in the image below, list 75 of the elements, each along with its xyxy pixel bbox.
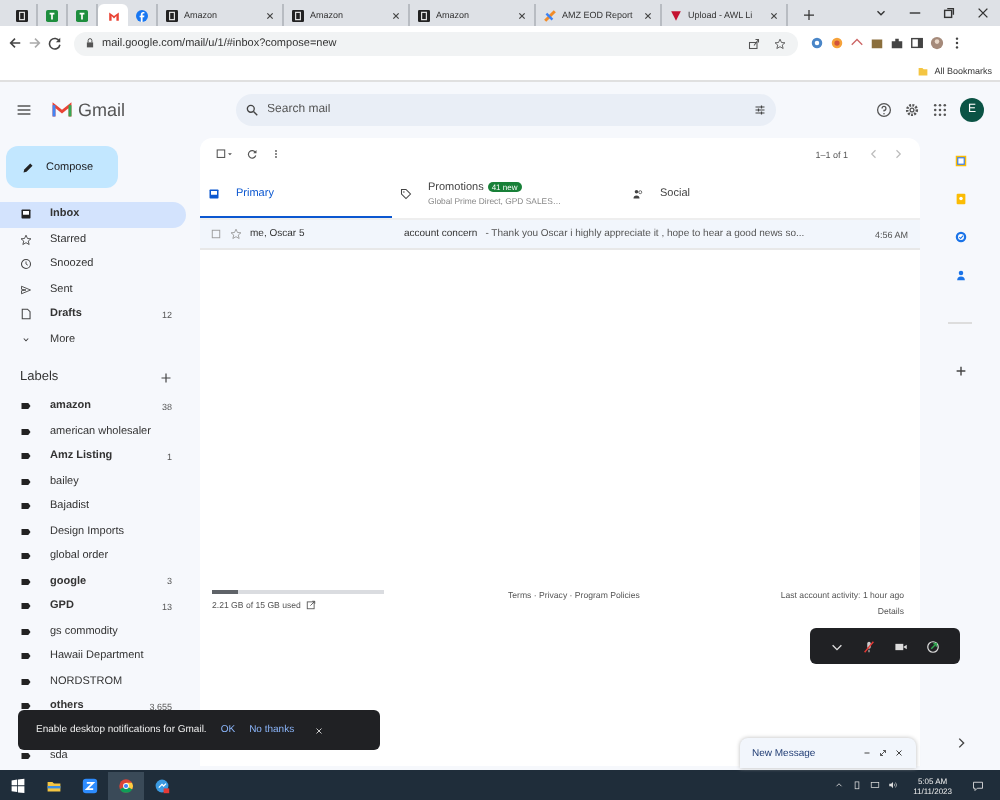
inbox-icon	[20, 208, 32, 221]
puzzle-icon[interactable]	[890, 36, 904, 50]
star-icon[interactable]	[230, 228, 242, 240]
favicon-icon	[166, 9, 178, 21]
close-icon[interactable]	[770, 11, 778, 19]
favicon-icon	[76, 9, 88, 21]
contacts-icon[interactable]	[953, 268, 967, 282]
kebab-menu-icon[interactable]	[950, 36, 964, 50]
battery-icon[interactable]	[851, 780, 862, 790]
share-icon[interactable]	[748, 37, 760, 49]
favicon-icon	[16, 9, 28, 21]
volume-icon[interactable]	[887, 780, 898, 790]
favicon-icon	[292, 9, 304, 21]
lock-icon	[86, 38, 94, 48]
tasks-icon[interactable]	[953, 230, 967, 244]
gmail-logo-text: Gmail	[78, 100, 126, 120]
side-panel-icon[interactable]	[910, 36, 924, 50]
expand-icon[interactable]	[878, 748, 888, 758]
search-icon	[245, 104, 258, 116]
star-icon	[20, 233, 32, 246]
inbox-icon	[208, 187, 220, 199]
share-screen-icon[interactable]	[925, 639, 940, 653]
folder-icon	[918, 65, 929, 75]
minimize-icon[interactable]	[908, 6, 922, 20]
network-icon[interactable]	[869, 780, 880, 790]
chrome-icon[interactable]	[108, 771, 144, 799]
close-icon[interactable]	[976, 6, 990, 20]
notification-icon[interactable]	[972, 779, 984, 791]
star-icon[interactable]	[774, 37, 786, 49]
apps-grid-icon[interactable]	[932, 102, 948, 118]
reload-icon[interactable]	[48, 36, 62, 50]
messenger-icon[interactable]	[154, 777, 170, 793]
favicon-icon	[670, 9, 682, 21]
help-icon[interactable]	[876, 102, 892, 118]
chevron-up-icon[interactable]	[833, 780, 844, 790]
more-icon	[20, 333, 32, 346]
file-explorer-icon[interactable]	[46, 777, 62, 793]
chevron-down-icon[interactable]	[830, 639, 845, 653]
close-icon[interactable]	[518, 11, 526, 19]
select-checkbox[interactable]	[216, 148, 234, 160]
muted-microphone-icon[interactable]	[862, 639, 877, 653]
profile-avatar-icon[interactable]	[930, 36, 944, 50]
close-icon[interactable]	[644, 11, 652, 19]
people-icon	[632, 187, 644, 199]
refresh-icon[interactable]	[246, 148, 258, 160]
settings-icon[interactable]	[904, 102, 920, 118]
restore-icon[interactable]	[942, 6, 956, 20]
add-icon[interactable]	[953, 364, 967, 378]
close-icon[interactable]	[894, 748, 904, 758]
close-icon[interactable]	[392, 11, 400, 19]
windows-start-icon[interactable]	[10, 777, 26, 793]
send-icon	[20, 283, 32, 296]
draft-icon	[20, 308, 32, 321]
filter-icon[interactable]	[753, 104, 766, 116]
favicon-icon	[544, 9, 556, 21]
expand-icon[interactable]	[953, 736, 967, 750]
favicon-icon	[418, 9, 430, 21]
favicon-icon	[107, 9, 119, 21]
add-icon[interactable]	[160, 371, 172, 383]
new-tab-icon[interactable]	[804, 10, 814, 20]
tag-icon	[400, 187, 412, 199]
camera-icon[interactable]	[893, 639, 908, 653]
close-icon[interactable]	[266, 11, 274, 19]
back-icon[interactable]	[8, 36, 22, 50]
gmail-logo-icon	[52, 102, 72, 118]
menu-icon[interactable]	[16, 102, 32, 118]
external-link-icon[interactable]	[306, 600, 317, 610]
checkbox[interactable]	[210, 228, 222, 240]
zoom-app-icon[interactable]	[82, 777, 98, 793]
clock-icon	[20, 258, 32, 271]
favicon-icon	[136, 9, 148, 21]
calendar-icon[interactable]	[953, 154, 967, 168]
pencil-icon	[22, 161, 34, 173]
dropdown-icon[interactable]	[874, 6, 888, 20]
favicon-icon	[46, 9, 58, 21]
